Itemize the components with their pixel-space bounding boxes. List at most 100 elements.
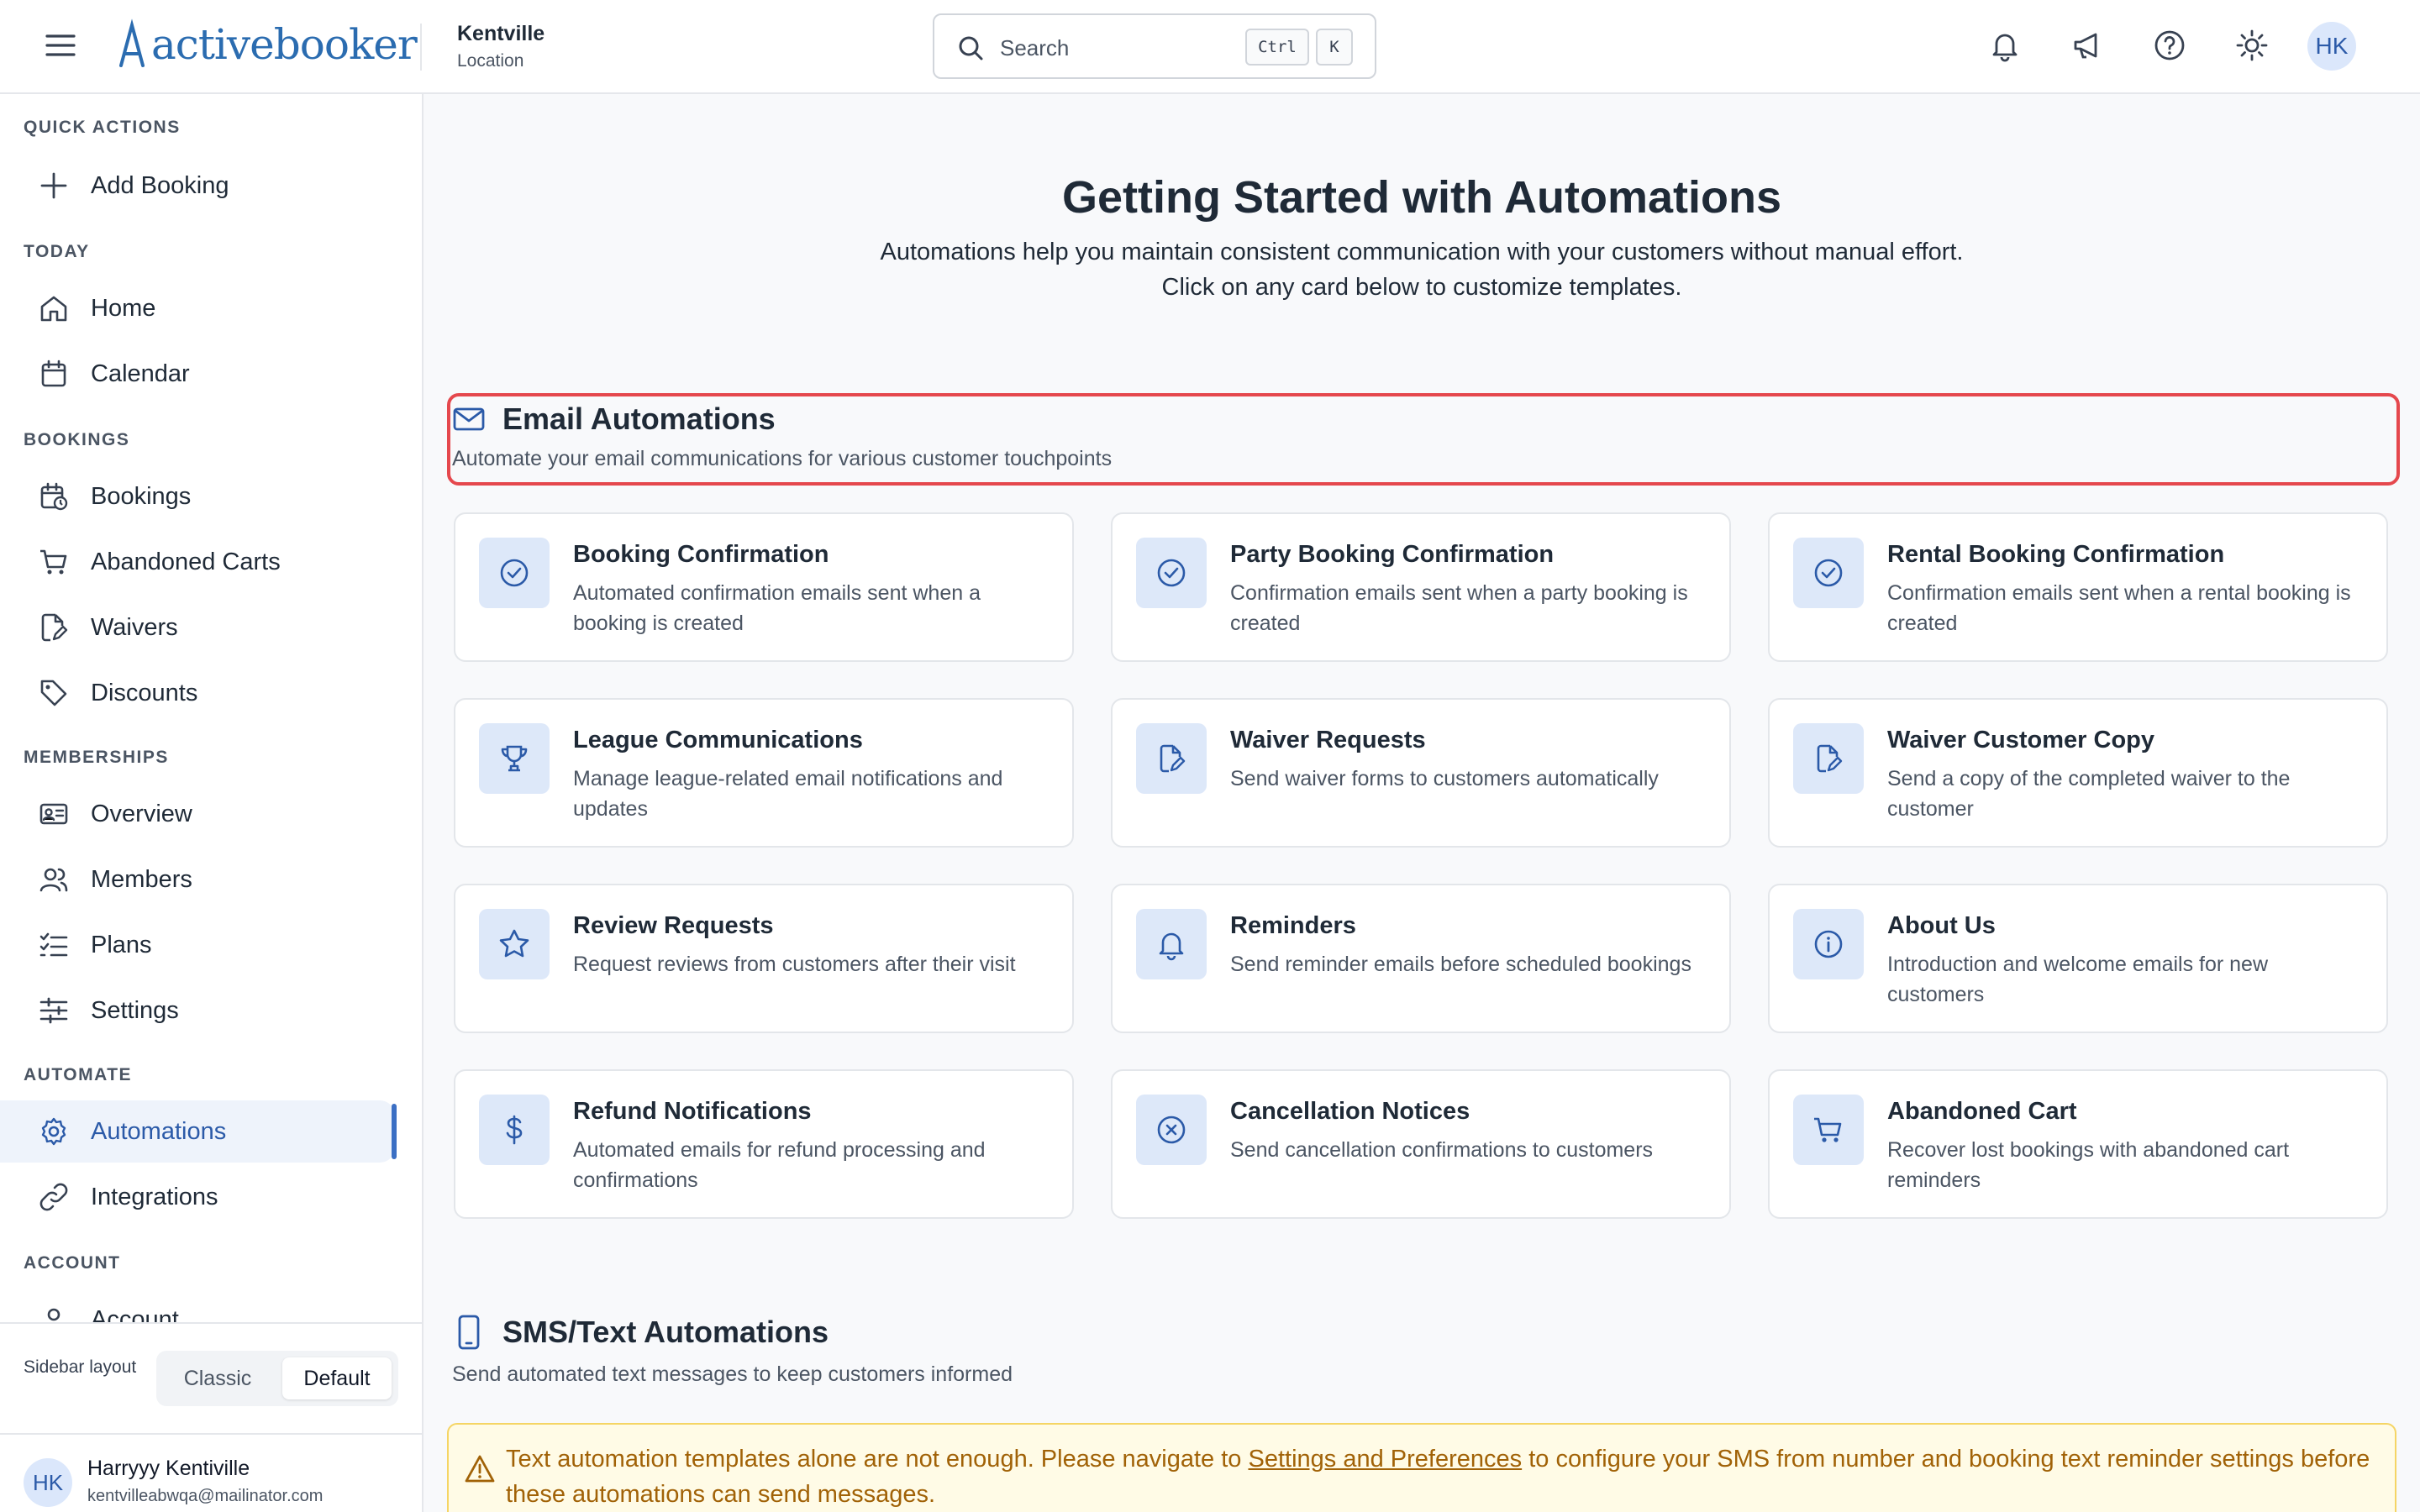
- sidebar-layout-toggle: Classic Default: [156, 1351, 398, 1406]
- sidebar-item-overview[interactable]: Overview: [0, 783, 395, 845]
- sidebar-item-bookings[interactable]: Bookings: [0, 465, 395, 528]
- logo[interactable]: activebooker: [113, 15, 418, 74]
- automation-card[interactable]: Booking Confirmation Automated confirmati…: [454, 512, 1074, 662]
- info-icon: [1793, 909, 1864, 979]
- card-title: Party Booking Confirmation: [1230, 541, 1555, 568]
- sidebar-item-integrations[interactable]: Integrations: [0, 1166, 395, 1228]
- email-section-title: Email Automations: [502, 402, 776, 436]
- megaphone-icon[interactable]: [2067, 25, 2107, 66]
- logo-text: activebooker: [151, 20, 418, 69]
- automation-card[interactable]: Rental Booking Confirmation Confirmation …: [1768, 512, 2388, 662]
- cart-icon: [37, 545, 71, 579]
- page-subtitle-line1: Automations help you maintain consistent…: [880, 239, 1964, 265]
- section-automate: AUTOMATE: [24, 1065, 133, 1084]
- sliders-icon: [37, 994, 71, 1027]
- section-today: TODAY: [24, 242, 90, 261]
- search-input[interactable]: Search Ctrl K: [933, 13, 1376, 79]
- main-content: Getting Started with Automations Automat…: [424, 94, 2420, 1512]
- sidebar-layout-label: Sidebar layout: [24, 1357, 137, 1377]
- location-name: Kentville: [457, 22, 545, 45]
- automation-card[interactable]: Abandoned Cart Recover lost bookings with…: [1768, 1069, 2388, 1219]
- alert-text: Text automation templates alone are not …: [506, 1441, 2371, 1512]
- help-icon[interactable]: [2149, 25, 2190, 66]
- check-circle-icon: [479, 538, 550, 608]
- page-title: Getting Started with Automations: [1062, 172, 1781, 223]
- card-description: Send reminder emails before scheduled bo…: [1230, 953, 1691, 976]
- avatar[interactable]: HK: [2307, 22, 2356, 71]
- menu-icon[interactable]: [44, 29, 77, 62]
- location-switcher[interactable]: Kentville Location: [457, 22, 544, 71]
- automation-card[interactable]: Party Booking Confirmation Confirmation e…: [1111, 512, 1731, 662]
- location-label: Location: [457, 51, 524, 71]
- card-title: Refund Notifications: [573, 1098, 812, 1125]
- sidebar-item-add-booking[interactable]: Add Booking: [0, 155, 395, 217]
- id-card-icon: [37, 797, 71, 831]
- sms-warning-alert: Text automation templates alone are not …: [447, 1423, 2396, 1512]
- sidebar-footer: Sidebar layout Classic Default HK Harryy…: [0, 1322, 422, 1512]
- sidebar-item-abandoned-carts[interactable]: Abandoned Carts: [0, 531, 395, 593]
- automation-card[interactable]: Review Requests Request reviews from cust…: [454, 884, 1074, 1033]
- settings-preferences-link[interactable]: Settings and Preferences: [1248, 1446, 1522, 1473]
- sidebar-item-label: Add Booking: [91, 171, 229, 199]
- card-title: Booking Confirmation: [573, 541, 829, 568]
- sms-section-title: SMS/Text Automations: [502, 1315, 829, 1349]
- sidebar-item-label: Plans: [91, 931, 152, 958]
- divider: [0, 1433, 422, 1435]
- sidebar-item-members[interactable]: Members: [0, 848, 395, 911]
- automation-card[interactable]: Waiver Requests Send waiver forms to cust…: [1111, 698, 1731, 848]
- sidebar-item-label: Integrations: [91, 1183, 218, 1210]
- link-icon: [37, 1180, 71, 1214]
- bell-icon[interactable]: [1985, 25, 2025, 66]
- home-icon: [37, 291, 71, 325]
- sidebar: QUICK ACTIONS Add Booking TODAY Home Cal…: [0, 94, 424, 1512]
- section-account: ACCOUNT: [24, 1253, 121, 1273]
- automation-card[interactable]: Refund Notifications Automated emails for…: [454, 1069, 1074, 1219]
- trophy-icon: [479, 723, 550, 794]
- calendar-icon: [37, 357, 71, 391]
- sidebar-item-plans[interactable]: Plans: [0, 914, 395, 976]
- cart-icon: [1793, 1095, 1864, 1165]
- card-description: Confirmation emails sent when a rental b…: [1887, 581, 2351, 635]
- card-title: Waiver Customer Copy: [1887, 727, 2154, 753]
- sidebar-item-label: Overview: [91, 800, 192, 827]
- section-quick-actions: QUICK ACTIONS: [24, 118, 181, 137]
- divider: [420, 24, 422, 71]
- logo-mark-icon: [119, 18, 145, 67]
- card-description: Send a copy of the completed waiver to t…: [1887, 767, 2291, 821]
- card-description: Automated confirmation emails sent when …: [573, 581, 981, 635]
- file-pen-icon: [37, 611, 71, 644]
- list-check-icon: [37, 928, 71, 962]
- card-description: Send waiver forms to customers automatic…: [1230, 767, 1659, 790]
- check-circle-icon: [1136, 538, 1207, 608]
- sidebar-item-waivers[interactable]: Waivers: [0, 596, 395, 659]
- automation-card[interactable]: Waiver Customer Copy Send a copy of the c…: [1768, 698, 2388, 848]
- sidebar-item-automations[interactable]: Automations: [0, 1100, 397, 1163]
- sidebar-item-discounts[interactable]: Discounts: [0, 662, 395, 724]
- sun-icon[interactable]: [2232, 25, 2272, 66]
- section-memberships: MEMBERSHIPS: [24, 748, 169, 767]
- plus-icon: [37, 169, 71, 202]
- automation-card[interactable]: League Communications Manage league-relat…: [454, 698, 1074, 848]
- user-name: Harryyy Kentiville: [87, 1457, 250, 1480]
- sidebar-item-home[interactable]: Home: [0, 277, 395, 339]
- gear-icon: [37, 1115, 71, 1148]
- sidebar-item-settings[interactable]: Settings: [0, 979, 395, 1042]
- layout-classic-option[interactable]: Classic: [163, 1357, 272, 1399]
- search-placeholder: Search: [1000, 35, 1070, 60]
- calendar-clock-icon: [37, 480, 71, 513]
- card-description: Manage league-related email notification…: [573, 767, 1003, 821]
- automation-card[interactable]: Cancellation Notices Send cancellation co…: [1111, 1069, 1731, 1219]
- sidebar-item-label: Bookings: [91, 482, 192, 510]
- card-description: Request reviews from customers after the…: [573, 953, 1016, 976]
- file-pen-icon: [1136, 723, 1207, 794]
- user-avatar[interactable]: HK: [24, 1458, 72, 1507]
- sidebar-item-calendar[interactable]: Calendar: [0, 343, 395, 405]
- card-description: Automated emails for refund processing a…: [573, 1138, 986, 1192]
- section-bookings: BOOKINGS: [24, 430, 130, 449]
- sidebar-item-label: Settings: [91, 996, 179, 1024]
- layout-default-option[interactable]: Default: [282, 1357, 392, 1399]
- card-title: About Us: [1887, 912, 1996, 939]
- automation-card[interactable]: Reminders Send reminder emails before sch…: [1111, 884, 1731, 1033]
- automation-card[interactable]: About Us Introduction and welcome emails …: [1768, 884, 2388, 1033]
- card-title: League Communications: [573, 727, 863, 753]
